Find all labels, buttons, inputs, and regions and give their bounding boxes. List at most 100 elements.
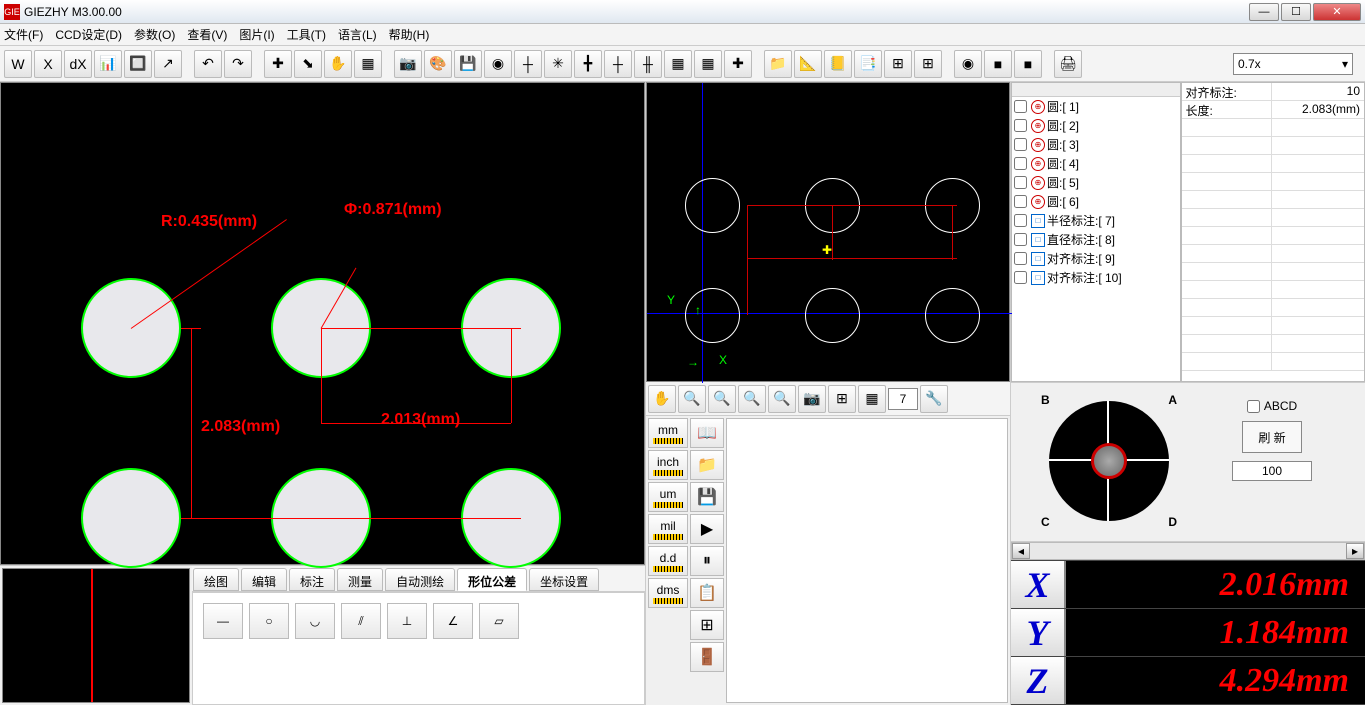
toolbar-button[interactable]: ✚	[264, 50, 292, 78]
toolbar-button[interactable]: ✳	[544, 50, 572, 78]
refresh-button[interactable]: 刷 新	[1242, 421, 1302, 453]
tab[interactable]: 自动测绘	[385, 568, 455, 591]
menu-item[interactable]: 帮助(H)	[389, 26, 430, 43]
toolbar-button[interactable]: ◉	[954, 50, 982, 78]
unit-button[interactable]: dms	[648, 578, 688, 608]
toolbar-button[interactable]: 📑	[854, 50, 882, 78]
tab[interactable]: 绘图	[193, 568, 239, 591]
feature-item[interactable]: ⊕圆:[ 3]	[1012, 135, 1180, 154]
toolbar-button[interactable]: ⊞	[884, 50, 912, 78]
control-button[interactable]: ⊞	[690, 610, 724, 640]
minimize-button[interactable]: —	[1249, 3, 1279, 21]
feature-item[interactable]: □对齐标注:[ 9]	[1012, 249, 1180, 268]
unit-button[interactable]: d.d	[648, 546, 688, 576]
toolbar-button[interactable]: X	[34, 50, 62, 78]
feature-item[interactable]: ⊕圆:[ 1]	[1012, 97, 1180, 116]
shape-button[interactable]: ∠	[433, 603, 473, 639]
control-button[interactable]: 📋	[690, 578, 724, 608]
toolbar-button[interactable]: ▦	[354, 50, 382, 78]
thumbnail-view[interactable]	[2, 568, 190, 703]
menu-item[interactable]: 图片(I)	[239, 26, 274, 43]
cad-input[interactable]	[888, 388, 918, 410]
shape-button[interactable]: ⊥	[387, 603, 427, 639]
menu-item[interactable]: 文件(F)	[4, 26, 43, 43]
feature-item[interactable]: ⊕圆:[ 5]	[1012, 173, 1180, 192]
toolbar-button[interactable]: ┼	[514, 50, 542, 78]
unit-button[interactable]: um	[648, 482, 688, 512]
toolbar-button[interactable]: ┼	[604, 50, 632, 78]
shape-button[interactable]: ▱	[479, 603, 519, 639]
control-button[interactable]: 📖	[690, 418, 724, 448]
feature-list[interactable]: ⊕圆:[ 1]⊕圆:[ 2]⊕圆:[ 3]⊕圆:[ 4]⊕圆:[ 5]⊕圆:[ …	[1011, 82, 1181, 382]
joystick-pad[interactable]: B A C D	[1039, 391, 1179, 531]
feature-item[interactable]: □对齐标注:[ 10]	[1012, 268, 1180, 287]
control-button[interactable]: ▶	[690, 514, 724, 544]
cad-view[interactable]: ✚ X Y → ↑	[646, 82, 1010, 382]
shape-button[interactable]: ◡	[295, 603, 335, 639]
toolbar-button[interactable]: ✋	[324, 50, 352, 78]
toolbar-button[interactable]: ↷	[224, 50, 252, 78]
cad-tool-button[interactable]: 🔍	[768, 385, 796, 413]
toolbar-button[interactable]: dX	[64, 50, 92, 78]
zoom-select[interactable]: 0.7x▾	[1233, 53, 1353, 75]
cad-tool-button[interactable]: 🔍	[738, 385, 766, 413]
menu-item[interactable]: 语言(L)	[338, 26, 377, 43]
feature-item[interactable]: □半径标注:[ 7]	[1012, 211, 1180, 230]
toolbar-button[interactable]: ■	[984, 50, 1012, 78]
toolbar-button[interactable]: ╫	[634, 50, 662, 78]
toolbar-button[interactable]: 📷	[394, 50, 422, 78]
toolbar-button[interactable]: 📒	[824, 50, 852, 78]
log-area[interactable]	[726, 418, 1008, 703]
joystick-value[interactable]: 100	[1232, 461, 1312, 481]
cad-tool-button[interactable]: ✋	[648, 385, 676, 413]
feature-item[interactable]: ⊕圆:[ 2]	[1012, 116, 1180, 135]
toolbar-button[interactable]: ╋	[574, 50, 602, 78]
toolbar-button[interactable]: ▦	[694, 50, 722, 78]
toolbar-button[interactable]: 🔲	[124, 50, 152, 78]
toolbar-button[interactable]: ■	[1014, 50, 1042, 78]
tab[interactable]: 坐标设置	[529, 568, 599, 591]
tab[interactable]: 测量	[337, 568, 383, 591]
toolbar-button[interactable]: ✚	[724, 50, 752, 78]
unit-button[interactable]: mm	[648, 418, 688, 448]
menu-item[interactable]: CCD设定(D)	[55, 26, 122, 43]
cad-tool-button[interactable]: 🔍	[678, 385, 706, 413]
control-button[interactable]: 📁	[690, 450, 724, 480]
menu-item[interactable]: 参数(O)	[134, 26, 175, 43]
tab[interactable]: 标注	[289, 568, 335, 591]
toolbar-button[interactable]: W	[4, 50, 32, 78]
joystick-scrollbar[interactable]: ◂▸	[1011, 542, 1365, 560]
shape-button[interactable]: —	[203, 603, 243, 639]
toolbar-button[interactable]: ▦	[664, 50, 692, 78]
toolbar-button[interactable]: 📊	[94, 50, 122, 78]
toolbar-button[interactable]: 🎨	[424, 50, 452, 78]
unit-button[interactable]: mil	[648, 514, 688, 544]
feature-item[interactable]: □直径标注:[ 8]	[1012, 230, 1180, 249]
menu-item[interactable]: 查看(V)	[187, 26, 227, 43]
toolbar-button[interactable]: 📁	[764, 50, 792, 78]
cad-tool-button[interactable]: 🔍	[708, 385, 736, 413]
control-button[interactable]: 💾	[690, 482, 724, 512]
unit-button[interactable]: inch	[648, 450, 688, 480]
shape-button[interactable]: ⫽	[341, 603, 381, 639]
toolbar-button[interactable]: 🖨	[1054, 50, 1082, 78]
toolbar-button[interactable]: 📐	[794, 50, 822, 78]
toolbar-button[interactable]: ⬊	[294, 50, 322, 78]
feature-item[interactable]: ⊕圆:[ 6]	[1012, 192, 1180, 211]
abcd-checkbox[interactable]: ABCD	[1247, 399, 1297, 413]
close-button[interactable]: ✕	[1313, 3, 1361, 21]
property-table[interactable]: 对齐标注:10长度:2.083(mm)	[1181, 82, 1365, 382]
toolbar-button[interactable]: ↶	[194, 50, 222, 78]
menu-item[interactable]: 工具(T)	[287, 26, 326, 43]
tab[interactable]: 形位公差	[457, 568, 527, 591]
cad-tool-button[interactable]: ▦	[858, 385, 886, 413]
camera-view[interactable]: R:0.435(mm) Φ:0.871(mm) 2.083(mm) 2.013(…	[0, 82, 645, 565]
toolbar-button[interactable]: ⊞	[914, 50, 942, 78]
toolbar-button[interactable]: 💾	[454, 50, 482, 78]
control-button[interactable]: ⏸	[690, 546, 724, 576]
cad-apply-button[interactable]: 🔧	[920, 385, 948, 413]
tab[interactable]: 编辑	[241, 568, 287, 591]
toolbar-button[interactable]: ↗	[154, 50, 182, 78]
cad-tool-button[interactable]: 📷	[798, 385, 826, 413]
control-button[interactable]: 🚪	[690, 642, 724, 672]
